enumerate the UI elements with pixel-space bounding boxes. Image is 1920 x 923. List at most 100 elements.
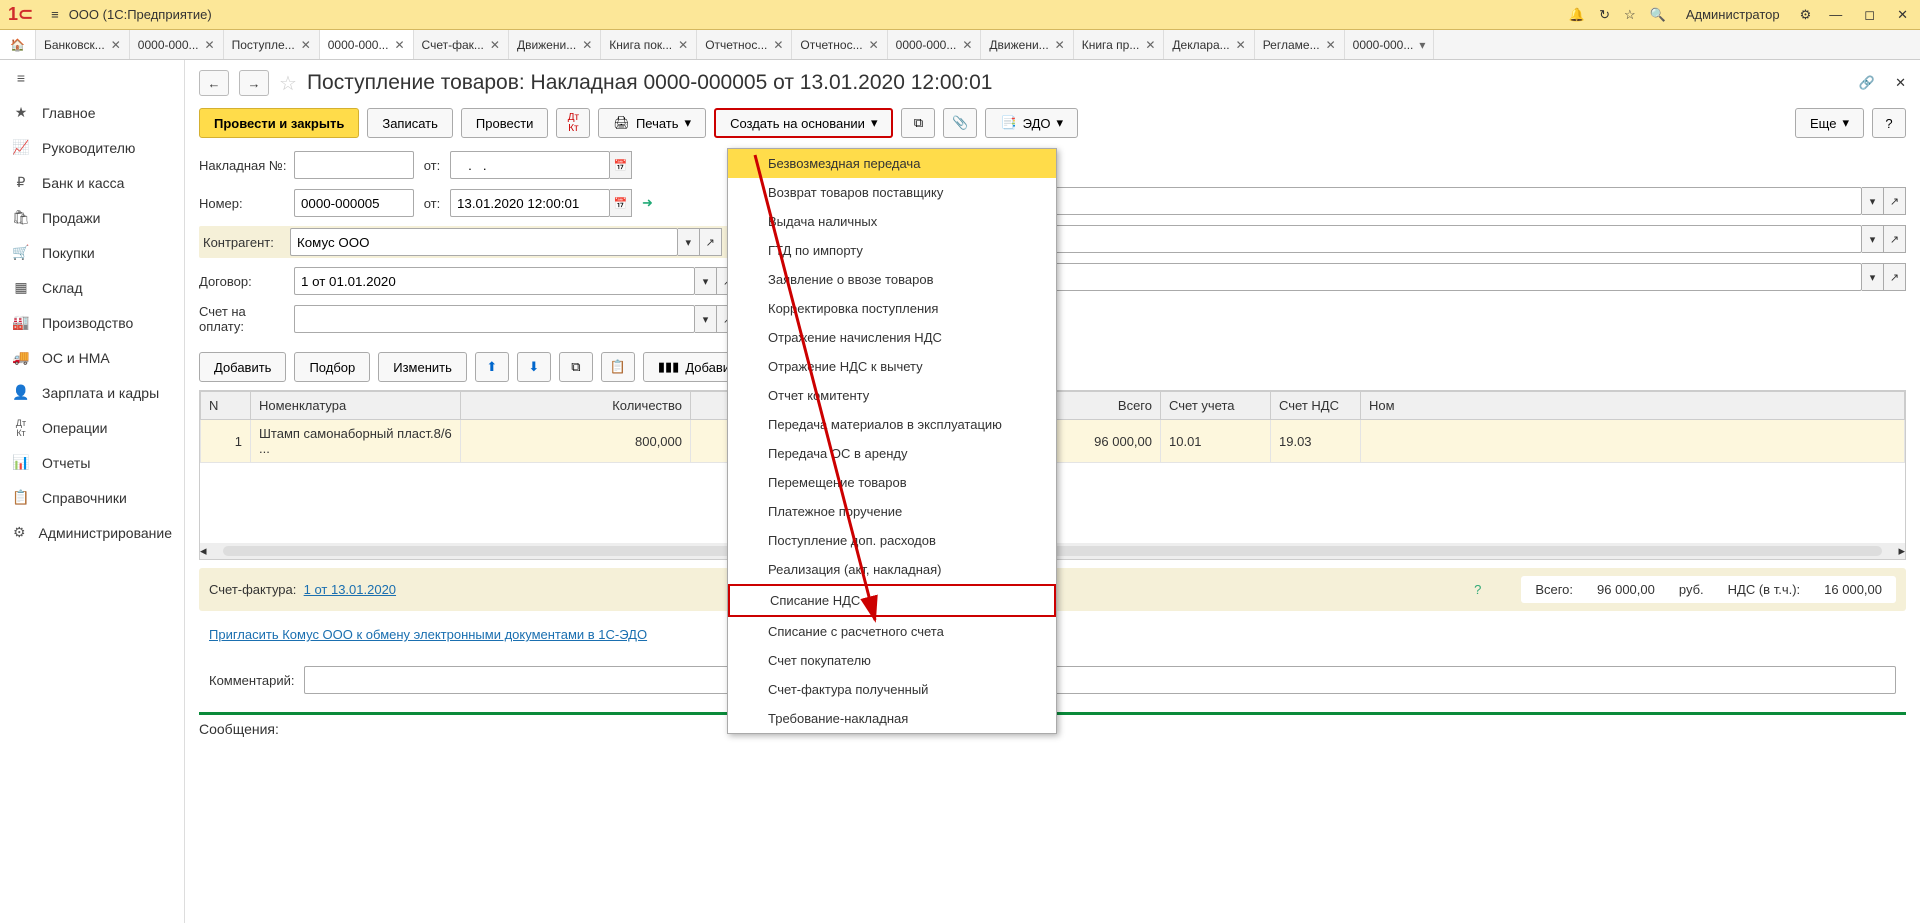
tab-item[interactable]: Книга пр...✕ [1074, 30, 1165, 59]
bell-icon[interactable]: 🔔 [1569, 7, 1585, 23]
col-total[interactable]: Всего [1051, 392, 1161, 420]
close-icon[interactable]: ✕ [394, 38, 404, 52]
help-button[interactable]: ? [1872, 108, 1906, 138]
create-based-button[interactable]: Создать на основании ▾ [714, 108, 893, 138]
tab-home[interactable]: 🏠 [0, 30, 36, 59]
link-icon[interactable]: 🔗 [1859, 75, 1875, 91]
counterparty-input[interactable] [290, 228, 678, 256]
dropdown-item[interactable]: Поступление доп. расходов [728, 526, 1056, 555]
sidebar-item-sales[interactable]: 🛍Продажи [0, 200, 184, 235]
col-qty[interactable]: Количество [461, 392, 691, 420]
comment-input[interactable] [304, 666, 1896, 694]
close-window-icon[interactable]: ✕ [1893, 7, 1912, 23]
dropdown-icon[interactable]: ▾ [678, 228, 700, 256]
open-icon[interactable]: ↗ [1884, 263, 1906, 291]
contract-input[interactable] [294, 267, 695, 295]
close-icon[interactable]: ✕ [1236, 38, 1246, 52]
open-icon[interactable]: ↗ [1884, 187, 1906, 215]
tab-item[interactable]: Поступле...✕ [224, 30, 320, 59]
add-row-button[interactable]: Добавить [199, 352, 286, 382]
dropdown-item[interactable]: Передача материалов в эксплуатацию [728, 410, 1056, 439]
dropdown-icon[interactable]: ▾ [695, 305, 717, 333]
tab-item[interactable]: Движени...✕ [509, 30, 601, 59]
invite-edo-link[interactable]: Пригласить Комус ООО к обмену электронны… [209, 627, 647, 642]
sidebar-item-warehouse[interactable]: ▦Склад [0, 270, 184, 305]
minimize-icon[interactable]: — [1825, 7, 1846, 22]
dropdown-icon[interactable]: ▾ [1862, 263, 1884, 291]
col-nom[interactable]: Номенклатура [251, 392, 461, 420]
tab-item[interactable]: Отчетнос...✕ [697, 30, 792, 59]
dropdown-item[interactable]: Требование-накладная [728, 704, 1056, 733]
tab-item[interactable]: 0000-000...✕ [888, 30, 982, 59]
more-button[interactable]: Еще ▾ [1795, 108, 1864, 138]
print-button[interactable]: 🖨 Печать ▾ [598, 108, 706, 138]
invoice-date-input[interactable] [450, 151, 610, 179]
col-account[interactable]: Счет учета [1161, 392, 1271, 420]
dropdown-item-highlighted[interactable]: Списание НДС [728, 584, 1056, 617]
structure-icon[interactable]: ⧉ [901, 108, 935, 138]
calendar-icon[interactable]: 📅 [610, 151, 632, 179]
sidebar-item-hr[interactable]: 👤Зарплата и кадры [0, 375, 184, 410]
tab-item[interactable]: Регламе...✕ [1255, 30, 1345, 59]
dropdown-item[interactable]: ГТД по импорту [728, 236, 1056, 265]
dropdown-item[interactable]: Заявление о ввозе товаров [728, 265, 1056, 294]
save-button[interactable]: Записать [367, 108, 453, 138]
edit-button[interactable]: Изменить [378, 352, 467, 382]
dropdown-icon[interactable]: ▾ [695, 267, 717, 295]
close-icon[interactable]: ✕ [1055, 38, 1065, 52]
invoice-no-input[interactable] [294, 151, 414, 179]
move-up-icon[interactable]: ⬆ [475, 352, 509, 382]
tab-item[interactable]: Деклара...✕ [1164, 30, 1254, 59]
close-icon[interactable]: ✕ [301, 38, 311, 52]
sidebar-item-references[interactable]: 📋Справочники [0, 480, 184, 515]
col-nom2[interactable]: Ном [1361, 392, 1905, 420]
help-icon[interactable]: ? [1474, 582, 1481, 597]
close-icon[interactable]: ✕ [111, 38, 121, 52]
close-icon[interactable]: ✕ [962, 38, 972, 52]
close-icon[interactable]: ✕ [205, 38, 215, 52]
forward-button[interactable]: → [239, 70, 269, 96]
tab-item[interactable]: Счет-фак...✕ [414, 30, 509, 59]
tab-item[interactable]: Движени...✕ [981, 30, 1073, 59]
calendar-icon[interactable]: 📅 [610, 189, 632, 217]
dropdown-item[interactable]: Безвозмездная передача [728, 149, 1056, 178]
tab-item[interactable]: Банковск...✕ [36, 30, 130, 59]
dropdown-item[interactable]: Возврат товаров поставщику [728, 178, 1056, 207]
number-input[interactable] [294, 189, 414, 217]
history-icon[interactable]: ↻ [1599, 7, 1610, 23]
invoice-sf-link[interactable]: 1 от 13.01.2020 [304, 582, 396, 597]
close-icon[interactable]: ✕ [490, 38, 500, 52]
close-icon[interactable]: ▾ [1419, 38, 1425, 52]
close-icon[interactable]: ✕ [869, 38, 879, 52]
attach-icon[interactable]: 📎 [943, 108, 977, 138]
tab-item[interactable]: Книга пок...✕ [601, 30, 697, 59]
dropdown-item[interactable]: Платежное поручение [728, 497, 1056, 526]
paste-icon[interactable]: 📋 [601, 352, 635, 382]
bill-input[interactable] [294, 305, 695, 333]
doc-date-input[interactable] [450, 189, 610, 217]
tab-item[interactable]: 0000-000...✕ [320, 30, 414, 59]
sidebar-item-manager[interactable]: 📈Руководителю [0, 130, 184, 165]
dropdown-icon[interactable]: ▾ [1862, 225, 1884, 253]
close-icon[interactable]: ✕ [1326, 38, 1336, 52]
sidebar-item-bank[interactable]: ₽Банк и касса [0, 165, 184, 200]
sidebar-item-assets[interactable]: 🚚ОС и НМА [0, 340, 184, 375]
close-icon[interactable]: ✕ [678, 38, 688, 52]
back-button[interactable]: ← [199, 70, 229, 96]
edo-button[interactable]: 📑 ЭДО ▾ [985, 108, 1078, 138]
dropdown-item[interactable]: Списание с расчетного счета [728, 617, 1056, 646]
sidebar-item-admin[interactable]: ⚙Администрирование [0, 515, 184, 550]
tab-item[interactable]: 0000-000...▾ [1345, 30, 1435, 59]
open-icon[interactable]: ↗ [700, 228, 722, 256]
sidebar-item-reports[interactable]: 📊Отчеты [0, 445, 184, 480]
dtkt-button[interactable]: ДтКт [556, 108, 590, 138]
dropdown-item[interactable]: Реализация (акт, накладная) [728, 555, 1056, 584]
sidebar-item-main[interactable]: ★Главное [0, 95, 184, 130]
sidebar-toggle[interactable]: ≡ [0, 60, 184, 95]
dropdown-item[interactable]: Передача ОС в аренду [728, 439, 1056, 468]
dropdown-item[interactable]: Отражение начисления НДС [728, 323, 1056, 352]
post-close-button[interactable]: Провести и закрыть [199, 108, 359, 138]
copy-icon[interactable]: ⧉ [559, 352, 593, 382]
sidebar-item-purchases[interactable]: 🛒Покупки [0, 235, 184, 270]
dropdown-item[interactable]: Счет-фактура полученный [728, 675, 1056, 704]
